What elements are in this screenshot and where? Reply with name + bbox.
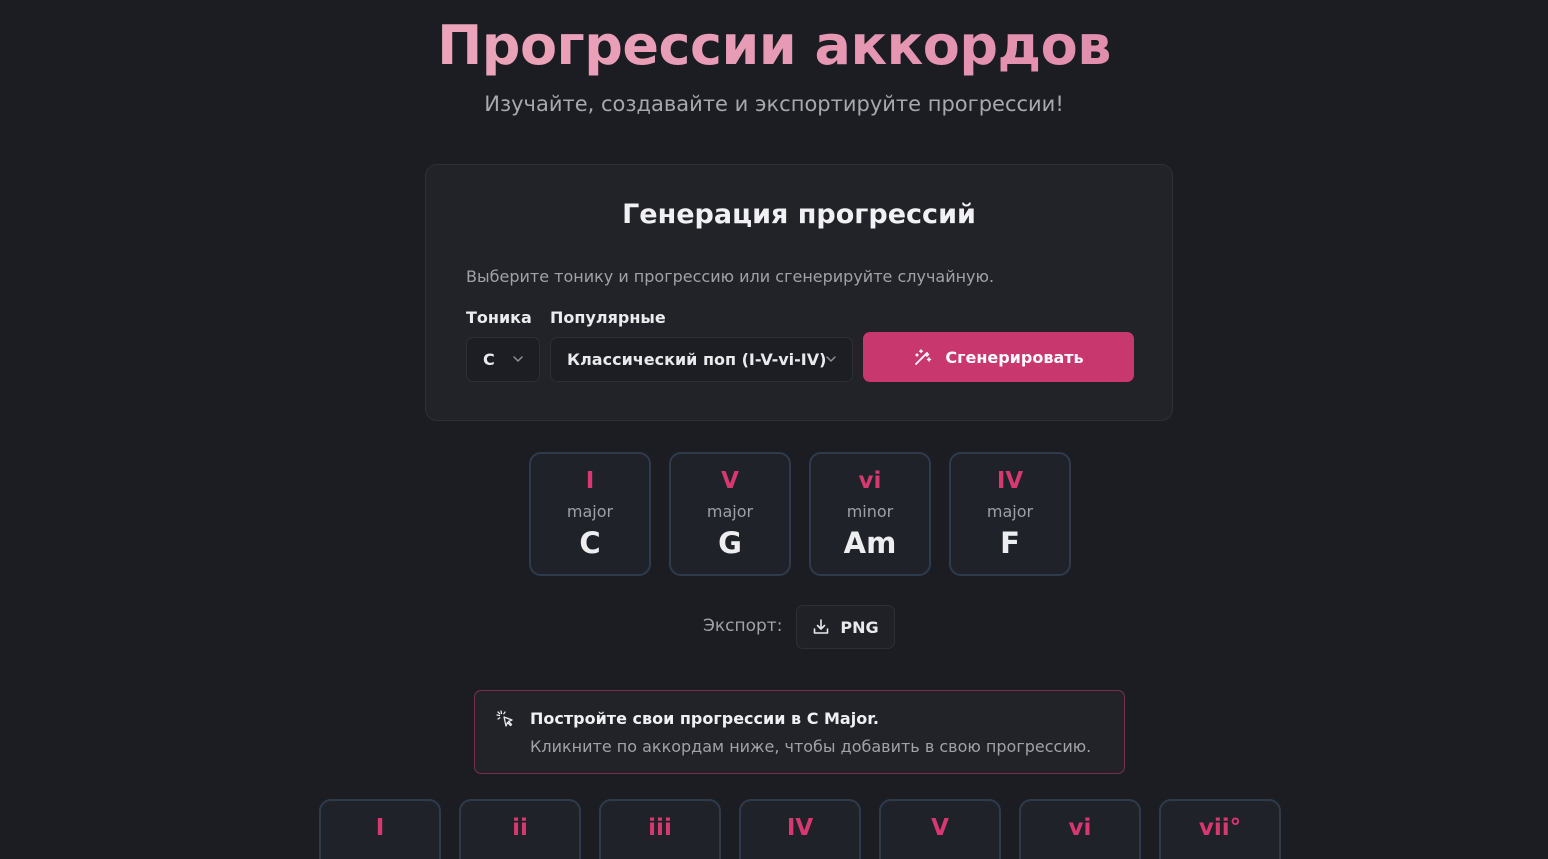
progression-chord-card[interactable]: V major G xyxy=(669,452,791,576)
chord-name: Am xyxy=(843,526,897,560)
info-text: Кликните по аккордам ниже, чтобы добавит… xyxy=(530,737,1092,756)
popular-label: Популярные xyxy=(550,308,666,327)
page-subtitle: Изучайте, создавайте и экспортируйте про… xyxy=(484,92,1064,116)
popular-select[interactable]: Классический поп (I-V-vi-IV) xyxy=(550,337,853,382)
page-title: Прогрессии аккордов xyxy=(0,12,1548,80)
popular-select-value: Классический поп (I-V-vi-IV) xyxy=(567,350,827,369)
chord-quality: minor xyxy=(846,502,894,521)
chord-name: F xyxy=(1000,526,1020,560)
scale-chord-card[interactable]: vi xyxy=(1019,799,1141,859)
scale-chord-card[interactable]: ii xyxy=(459,799,581,859)
scale-chord-card[interactable]: iii xyxy=(599,799,721,859)
scale-chord-numeral: iii xyxy=(648,815,672,841)
export-label: Экспорт: xyxy=(703,616,783,636)
chord-numeral: V xyxy=(721,468,739,494)
chord-numeral: vi xyxy=(858,468,882,494)
scale-chord-numeral: IV xyxy=(786,815,814,841)
chord-quality: major xyxy=(566,502,614,521)
generator-description: Выберите тонику и прогрессию или сгенери… xyxy=(466,267,995,286)
chord-numeral: IV xyxy=(996,468,1024,494)
magic-wand-icon xyxy=(915,349,932,365)
generate-button[interactable]: Сгенерировать xyxy=(863,332,1134,382)
progression-chord-card[interactable]: I major C xyxy=(529,452,651,576)
chord-numeral: I xyxy=(585,468,595,494)
progression-chord-card[interactable]: vi minor Am xyxy=(809,452,931,576)
scale-chord-numeral: vii° xyxy=(1198,815,1242,841)
scale-chord-card[interactable]: V xyxy=(879,799,1001,859)
generate-button-label: Сгенерировать xyxy=(945,347,1084,367)
chord-name: G xyxy=(718,526,742,560)
scale-chord-card[interactable]: vii° xyxy=(1159,799,1281,859)
download-icon xyxy=(814,619,829,634)
scale-chord-numeral: V xyxy=(931,815,949,841)
scale-chord-numeral: I xyxy=(375,815,385,841)
info-title: Постройте свои прогрессии в C Major. xyxy=(530,709,879,728)
export-png-label: PNG xyxy=(840,617,879,637)
scale-chord-card[interactable]: I xyxy=(319,799,441,859)
export-png-button[interactable]: PNG xyxy=(796,605,895,649)
tonic-select[interactable]: C xyxy=(466,337,540,382)
tonic-select-value: C xyxy=(483,350,495,369)
scale-chord-numeral: ii xyxy=(512,815,528,841)
tonic-label: Тоника xyxy=(466,308,532,327)
chevron-down-icon xyxy=(513,356,523,362)
pointer-click-icon xyxy=(496,710,513,727)
generator-card: Генерация прогрессий Выберите тонику и п… xyxy=(425,164,1173,421)
chord-quality: major xyxy=(706,502,754,521)
chord-name: C xyxy=(579,526,601,560)
scale-chord-card[interactable]: IV xyxy=(739,799,861,859)
scale-chord-numeral: vi xyxy=(1068,815,1092,841)
generator-title: Генерация прогрессий xyxy=(622,199,976,230)
chord-quality: major xyxy=(986,502,1034,521)
info-callout: Постройте свои прогрессии в C Major. Кли… xyxy=(474,690,1125,774)
chevron-down-icon xyxy=(826,356,836,362)
progression-chord-card[interactable]: IV major F xyxy=(949,452,1071,576)
